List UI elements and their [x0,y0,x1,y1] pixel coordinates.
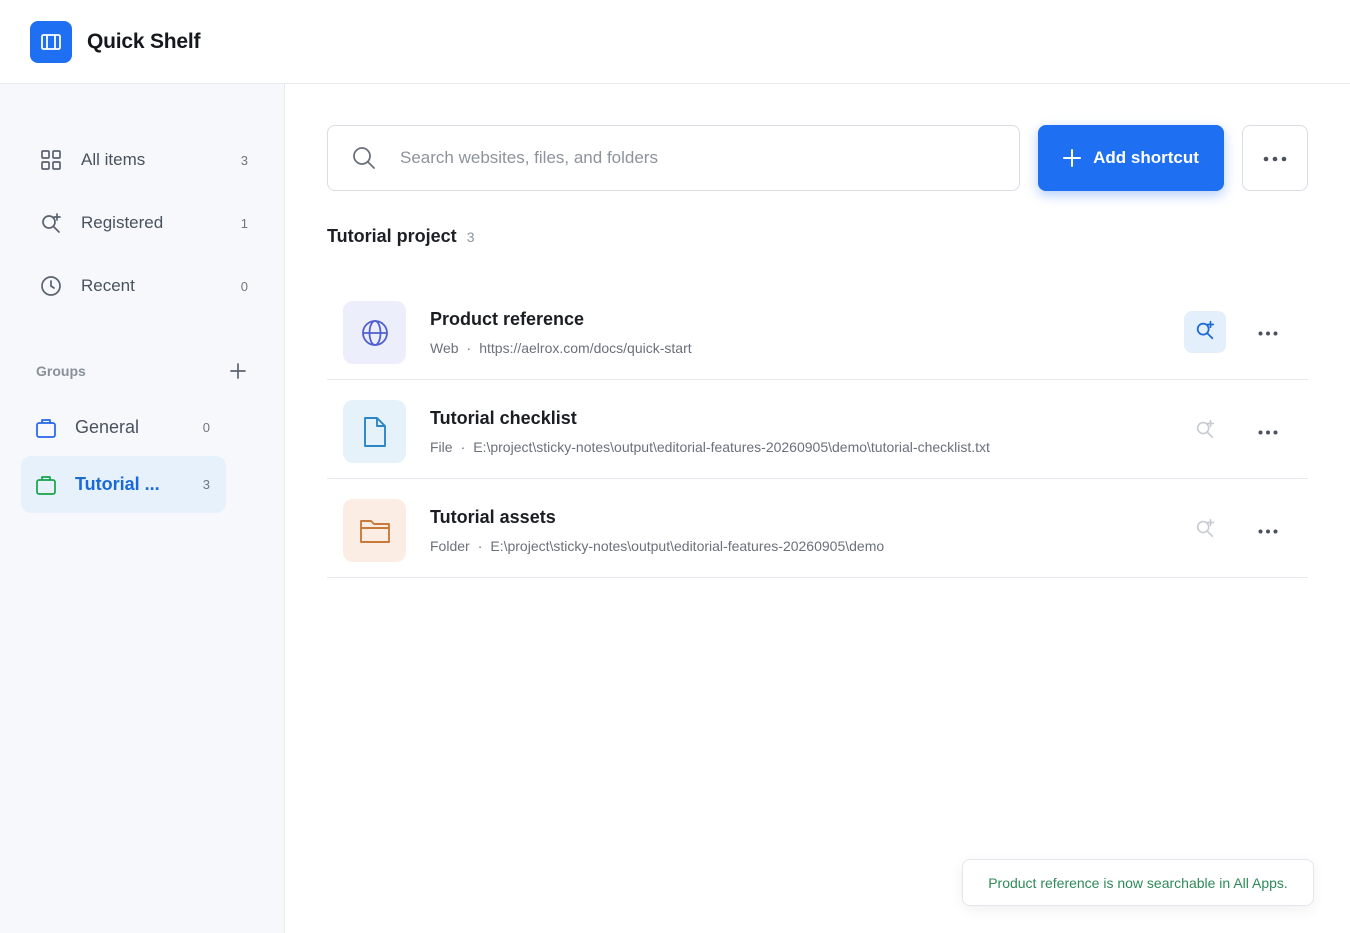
file-icon [343,400,406,463]
sidebar-item-count: 3 [240,152,248,168]
section-title: Tutorial project [327,226,457,246]
item-more-button[interactable] [1247,509,1289,551]
list-item[interactable]: Product reference Web · https://aelrox.com… [327,281,1308,380]
group-label: General [75,417,140,437]
app-title: Quick Shelf [87,29,201,53]
search-plus-icon [37,209,65,237]
app-logo-icon [30,20,72,63]
item-name: Tutorial assets [430,507,556,527]
register-search-button[interactable] [1184,311,1226,353]
add-group-icon[interactable] [228,361,248,381]
sidebar-item-all-items[interactable]: All items 3 [28,135,258,185]
more-horizontal-icon [1263,149,1287,167]
search-plus-icon [1194,418,1216,445]
item-name: Tutorial checklist [430,408,577,428]
list-item[interactable]: Tutorial checklist File · E:\project\stick… [327,380,1308,479]
sidebar-item-label: Registered [81,213,164,232]
more-horizontal-icon [1258,521,1278,539]
register-search-button[interactable] [1184,509,1226,551]
toast-message: Product reference is now searchable in A… [988,874,1288,891]
sidebar-item-recent[interactable]: Recent 0 [28,261,258,311]
section-count: 3 [466,229,475,245]
search-plus-icon [1194,517,1216,544]
folder-icon [343,499,406,562]
toolbar-more-button[interactable] [1242,125,1308,191]
more-horizontal-icon [1258,422,1278,440]
app-header: Quick Shelf [0,0,1350,84]
group-count: 3 [202,477,210,492]
sidebar: All items 3 Registered 1 Recent 0 Groups [0,84,285,933]
item-meta: Web · https://aelrox.com/docs/quick-start [430,340,692,356]
item-path: E:\project\sticky-notes\output\editorial… [490,538,885,554]
item-path: E:\project\sticky-notes\output\editorial… [473,439,990,455]
item-type: Web [430,340,459,356]
item-type: File [430,439,453,455]
search-icon [350,144,378,172]
bag-icon [35,417,57,439]
sidebar-item-registered[interactable]: Registered 1 [28,198,258,248]
clock-icon [37,272,65,300]
more-horizontal-icon [1258,323,1278,341]
toast-notification: Product reference is now searchable in A… [962,859,1314,906]
item-name: Product reference [430,309,585,329]
search-plus-icon [1194,319,1216,346]
sidebar-item-label: All items [81,150,146,169]
item-meta: Folder · E:\project\sticky-notes\output\ed… [430,538,885,554]
add-shortcut-label: Add shortcut [1093,148,1199,167]
groups-header: Groups [36,361,248,381]
sidebar-item-label: Recent [81,276,135,295]
groups-title: Groups [36,363,86,379]
register-search-button[interactable] [1184,410,1226,452]
group-count: 0 [202,420,210,435]
section-header: Tutorial project 3 [327,226,474,247]
item-path: https://aelrox.com/docs/quick-start [479,340,692,356]
list-item[interactable]: Tutorial assets Folder · E:\project\sticky… [327,479,1308,578]
item-more-button[interactable] [1247,410,1289,452]
sidebar-group-general[interactable]: General 0 [21,399,226,456]
sidebar-item-count: 1 [240,215,248,231]
sidebar-group-tutorial[interactable]: Tutorial ... 3 [21,456,226,513]
plus-icon [1063,149,1082,167]
search-input[interactable] [400,148,980,168]
add-shortcut-button[interactable]: Add shortcut [1038,125,1224,191]
search-bar [327,125,1020,191]
sidebar-item-count: 0 [240,278,248,294]
bag-icon [35,474,57,496]
grid-icon [37,146,65,174]
item-meta: File · E:\project\sticky-notes\output\edit… [430,439,990,455]
globe-icon [343,301,406,364]
group-label: Tutorial ... [75,474,160,494]
item-type: Folder [430,538,470,554]
item-more-button[interactable] [1247,311,1289,353]
